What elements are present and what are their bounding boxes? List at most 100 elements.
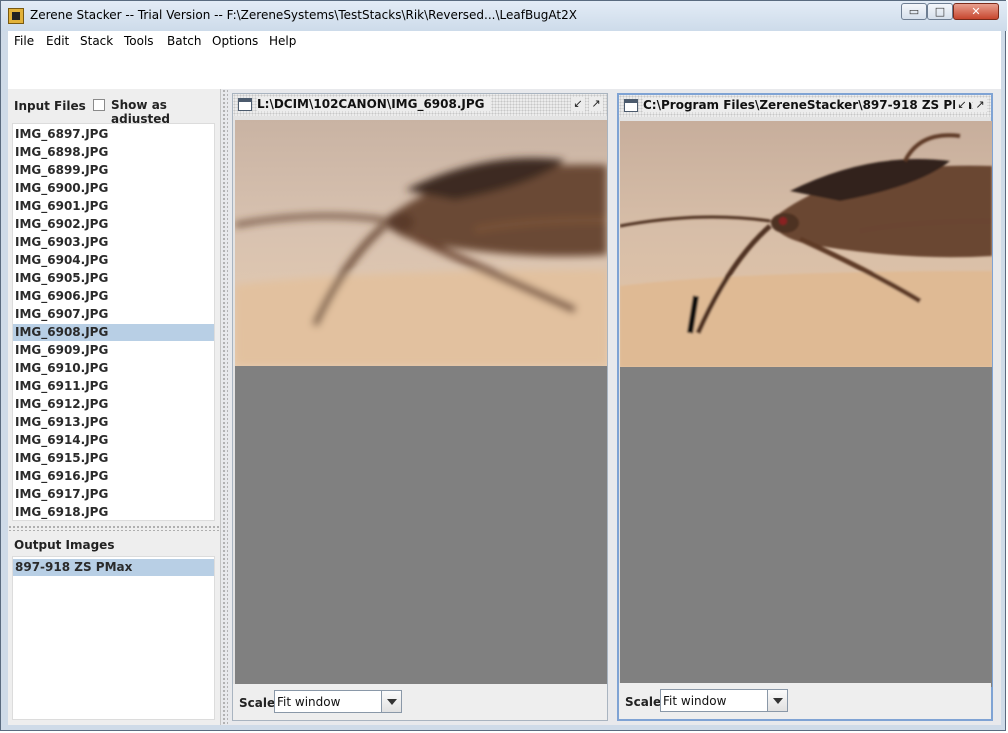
menu-help[interactable]: Help <box>269 34 296 48</box>
close-icon: ✕ <box>971 5 981 18</box>
file-name: IMG_6912.JPG <box>15 397 109 411</box>
file-name: IMG_6900.JPG <box>15 181 109 195</box>
file-name: IMG_6905.JPG <box>15 271 109 285</box>
image-viewport[interactable] <box>620 121 992 687</box>
file-name: IMG_6911.JPG <box>15 379 109 393</box>
stacked-image <box>620 121 992 367</box>
list-item[interactable]: IMG_6899.JPG <box>13 162 214 179</box>
list-item[interactable]: IMG_6898.JPG <box>13 144 214 161</box>
file-name: IMG_6902.JPG <box>15 217 109 231</box>
input-image-frame[interactable]: L:\DCIM\102CANON\IMG_6908.JPG ↙ ↗ Scale … <box>232 93 608 721</box>
scale-value: Fit window <box>663 694 727 708</box>
output-image-frame[interactable]: C:\Program Files\ZereneStacker\897-918 Z… <box>617 93 993 721</box>
menu-edit[interactable]: Edit <box>46 34 69 48</box>
file-name: IMG_6918.JPG <box>15 505 109 519</box>
show-adjusted-label[interactable]: Show as adjusted <box>111 98 220 126</box>
app-window: Zerene Stacker -- Trial Version -- F:\Ze… <box>0 0 1007 731</box>
input-files-list[interactable]: IMG_6897.JPG IMG_6898.JPG IMG_6899.JPG IMG_… <box>12 123 215 521</box>
file-name: IMG_6903.JPG <box>15 235 109 249</box>
list-item[interactable]: IMG_6901.JPG <box>13 198 214 215</box>
file-name: IMG_6915.JPG <box>15 451 109 465</box>
list-item[interactable]: IMG_6897.JPG <box>13 126 214 143</box>
list-item[interactable]: IMG_6907.JPG <box>13 306 214 323</box>
scale-dropdown[interactable]: Fit window <box>274 690 402 713</box>
list-item[interactable]: IMG_6917.JPG <box>13 486 214 503</box>
input-files-label: Input Files <box>14 99 86 113</box>
menu-options[interactable]: Options <box>212 34 258 48</box>
list-item[interactable]: 897-918 ZS PMax <box>13 559 214 576</box>
frame-maximize-icon[interactable]: ↗ <box>973 98 987 112</box>
window-title: Zerene Stacker -- Trial Version -- F:\Ze… <box>30 8 577 22</box>
frame-title-bar[interactable]: C:\Program Files\ZereneStacker\897-918 Z… <box>619 95 991 117</box>
output-item-label: 897-918 ZS PMax <box>15 560 133 574</box>
list-item[interactable]: IMG_6908.JPG <box>13 324 214 341</box>
list-item[interactable]: IMG_6918.JPG <box>13 504 214 520</box>
file-name: IMG_6897.JPG <box>15 127 109 141</box>
menu-file[interactable]: File <box>14 34 34 48</box>
file-name: IMG_6899.JPG <box>15 163 109 177</box>
menu-bar: File Edit Stack Tools Batch Options Help <box>8 31 1001 53</box>
list-item[interactable]: IMG_6915.JPG <box>13 450 214 467</box>
list-item[interactable]: IMG_6914.JPG <box>13 432 214 449</box>
minimize-icon: ▭ <box>908 5 920 18</box>
maximize-button[interactable]: □ <box>927 3 953 20</box>
title-bar[interactable]: Zerene Stacker -- Trial Version -- F:\Ze… <box>1 1 1007 31</box>
list-item[interactable]: IMG_6905.JPG <box>13 270 214 287</box>
scale-label: Scale <box>239 696 276 710</box>
chevron-down-icon[interactable] <box>767 690 787 711</box>
frame-title: C:\Program Files\ZereneStacker\897-918 Z… <box>643 98 986 112</box>
file-name: IMG_6917.JPG <box>15 487 109 501</box>
source-image <box>235 120 607 366</box>
app-icon <box>8 8 24 24</box>
image-viewport[interactable] <box>235 120 607 686</box>
show-adjusted-checkbox[interactable] <box>93 99 105 111</box>
vertical-splitter[interactable] <box>222 89 228 725</box>
menu-batch[interactable]: Batch <box>167 34 202 48</box>
file-name: IMG_6914.JPG <box>15 433 109 447</box>
list-item[interactable]: IMG_6909.JPG <box>13 342 214 359</box>
frame-minimize-icon[interactable]: ↙ <box>955 98 969 112</box>
chevron-down-icon[interactable] <box>381 691 401 712</box>
list-item[interactable]: IMG_6904.JPG <box>13 252 214 269</box>
list-item[interactable]: IMG_6902.JPG <box>13 216 214 233</box>
output-images-label: Output Images <box>14 538 115 552</box>
frame-title-bar[interactable]: L:\DCIM\102CANON\IMG_6908.JPG ↙ ↗ <box>233 94 607 116</box>
file-name: IMG_6913.JPG <box>15 415 109 429</box>
scale-bar: Scale Fit window <box>619 683 991 719</box>
panel-splitter[interactable] <box>8 525 220 531</box>
frame-window-icon <box>624 99 638 112</box>
toolbar-area <box>8 53 1001 90</box>
list-item[interactable]: IMG_6900.JPG <box>13 180 214 197</box>
scale-label: Scale <box>625 695 662 709</box>
scale-bar: Scale Fit window <box>233 684 607 720</box>
list-item[interactable]: IMG_6910.JPG <box>13 360 214 377</box>
file-name: IMG_6916.JPG <box>15 469 109 483</box>
main-content: Input Files Show as adjusted IMG_6897.JP… <box>8 89 1001 725</box>
file-name: IMG_6909.JPG <box>15 343 109 357</box>
list-item[interactable]: IMG_6906.JPG <box>13 288 214 305</box>
list-item[interactable]: IMG_6911.JPG <box>13 378 214 395</box>
input-files-header: Input Files Show as adjusted <box>8 89 220 126</box>
file-name: IMG_6906.JPG <box>15 289 109 303</box>
list-item[interactable]: IMG_6913.JPG <box>13 414 214 431</box>
menu-stack[interactable]: Stack <box>80 34 113 48</box>
frame-window-icon <box>238 98 252 111</box>
list-item[interactable]: IMG_6903.JPG <box>13 234 214 251</box>
list-item[interactable]: IMG_6912.JPG <box>13 396 214 413</box>
maximize-icon: □ <box>934 5 946 18</box>
list-item[interactable]: IMG_6916.JPG <box>13 468 214 485</box>
file-name: IMG_6898.JPG <box>15 145 109 159</box>
file-name: IMG_6901.JPG <box>15 199 109 213</box>
file-name: IMG_6907.JPG <box>15 307 109 321</box>
file-name: IMG_6908.JPG <box>15 325 109 339</box>
menu-tools[interactable]: Tools <box>124 34 154 48</box>
frame-minimize-icon[interactable]: ↙ <box>571 97 585 111</box>
close-button[interactable]: ✕ <box>953 3 999 20</box>
scale-dropdown[interactable]: Fit window <box>660 689 788 712</box>
minimize-button[interactable]: ▭ <box>901 3 927 20</box>
output-images-list[interactable]: 897-918 ZS PMax <box>12 556 215 720</box>
frame-title: L:\DCIM\102CANON\IMG_6908.JPG <box>257 97 491 111</box>
frame-maximize-icon[interactable]: ↗ <box>589 97 603 111</box>
files-panel: Input Files Show as adjusted IMG_6897.JP… <box>8 89 221 725</box>
scale-value: Fit window <box>277 695 341 709</box>
